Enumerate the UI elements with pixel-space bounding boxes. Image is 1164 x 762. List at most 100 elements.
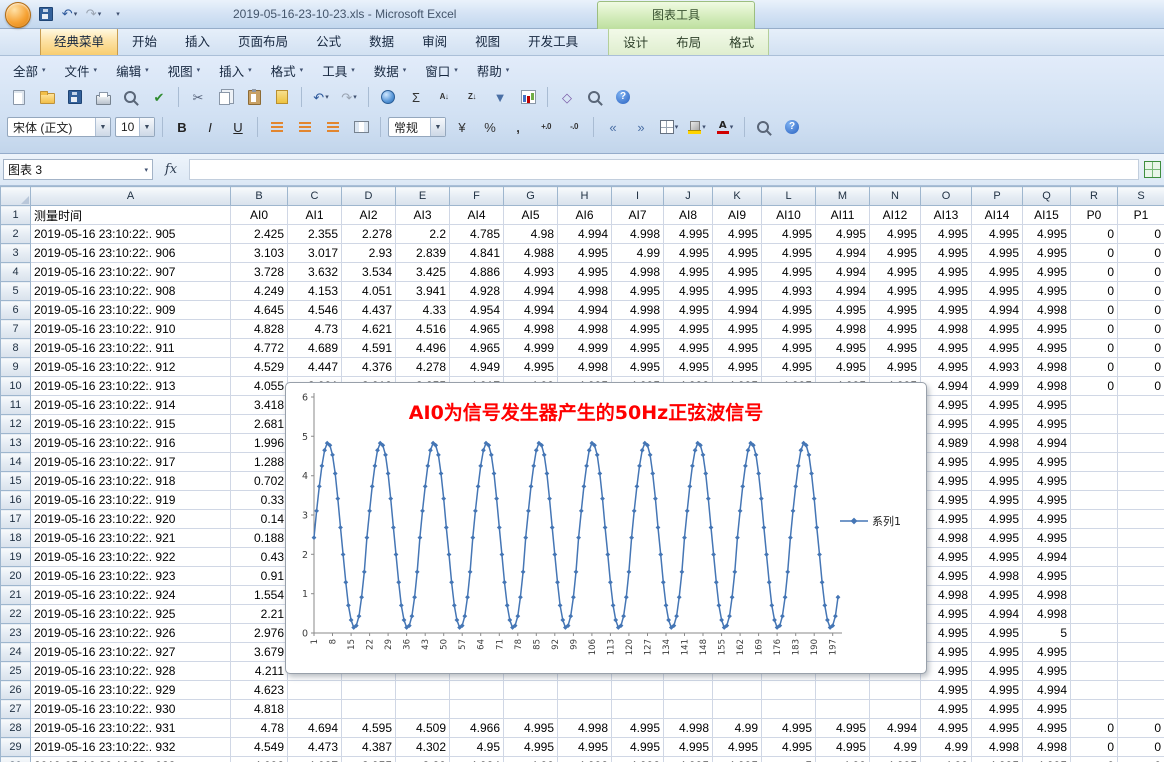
select-all-corner[interactable] [1, 187, 31, 206]
cell[interactable]: 4.995 [816, 339, 870, 358]
cell[interactable]: 4.998 [1023, 605, 1071, 624]
cell[interactable]: 0 [1118, 719, 1164, 738]
cell[interactable]: 4.98 [504, 225, 558, 244]
cell[interactable]: 4.995 [504, 738, 558, 757]
cell[interactable]: 4.516 [396, 320, 450, 339]
cell[interactable]: 4.989 [921, 434, 972, 453]
cell[interactable]: 4.994 [816, 244, 870, 263]
cell[interactable]: 4.995 [1023, 282, 1071, 301]
paste-button[interactable] [241, 86, 267, 108]
menu-window[interactable]: 窗口▾ [416, 59, 467, 82]
row-header-1[interactable]: 1 [1, 206, 31, 225]
cell[interactable]: 4.995 [921, 643, 972, 662]
borders-button[interactable]: ▾ [656, 116, 682, 138]
cell[interactable]: 4.995 [870, 358, 921, 377]
cell[interactable]: 4.995 [921, 301, 972, 320]
cell[interactable]: 4.278 [396, 358, 450, 377]
cell[interactable]: 0 [1071, 719, 1118, 738]
cell[interactable]: 4.995 [816, 301, 870, 320]
fill-color-button[interactable]: ▾ [684, 116, 710, 138]
cell[interactable]: 2019-05-16 23:10:22:. 924 [31, 586, 231, 605]
cell[interactable]: 4.995 [612, 320, 664, 339]
cell[interactable] [1118, 396, 1164, 415]
cell[interactable]: 2.21 [231, 605, 288, 624]
cell[interactable]: 4.546 [288, 301, 342, 320]
redo-button[interactable]: ↷▾ [336, 86, 362, 108]
column-header-S[interactable]: S [1118, 187, 1164, 206]
cell[interactable]: 4.995 [972, 548, 1023, 567]
cell[interactable]: 0 [1118, 225, 1164, 244]
column-header-K[interactable]: K [713, 187, 762, 206]
qat-customize-button[interactable]: ▾ [107, 4, 128, 23]
cut-button[interactable]: ✂ [185, 86, 211, 108]
cell[interactable]: 4.995 [664, 244, 713, 263]
cell[interactable]: 4.027 [288, 757, 342, 762]
cell[interactable]: 4.994 [558, 225, 612, 244]
cell[interactable]: 4.99 [612, 244, 664, 263]
cell[interactable]: 4.99 [504, 757, 558, 762]
cell[interactable] [1118, 491, 1164, 510]
cell[interactable]: 4.995 [713, 244, 762, 263]
cell[interactable]: 2019-05-16 23:10:22:. 921 [31, 529, 231, 548]
cell[interactable]: 4.995 [921, 662, 972, 681]
cell[interactable] [1071, 567, 1118, 586]
cell[interactable]: 4.965 [450, 339, 504, 358]
column-header-E[interactable]: E [396, 187, 450, 206]
menu-file[interactable]: 文件▾ [56, 59, 107, 82]
cell[interactable] [1071, 472, 1118, 491]
cell[interactable]: 1.554 [231, 586, 288, 605]
cell[interactable]: 4.995 [921, 567, 972, 586]
cell[interactable]: 4.998 [1023, 301, 1071, 320]
cell[interactable]: 2.278 [342, 225, 396, 244]
cell[interactable]: 0 [1118, 358, 1164, 377]
cell[interactable]: 4.994 [870, 719, 921, 738]
cell[interactable]: 2019-05-16 23:10:22:. 909 [31, 301, 231, 320]
cell[interactable]: 4.995 [972, 757, 1023, 762]
cell[interactable]: P1 [1118, 206, 1164, 225]
cell[interactable]: 2019-05-16 23:10:22:. 912 [31, 358, 231, 377]
cell[interactable]: 4.995 [664, 757, 713, 762]
row-header-26[interactable]: 26 [1, 681, 31, 700]
cell[interactable]: 2019-05-16 23:10:22:. 920 [31, 510, 231, 529]
cell[interactable]: 4.995 [972, 662, 1023, 681]
cell[interactable]: 4.995 [1023, 529, 1071, 548]
cell[interactable]: 4.995 [972, 320, 1023, 339]
row-header-28[interactable]: 28 [1, 719, 31, 738]
cell[interactable]: 4.995 [713, 738, 762, 757]
cell[interactable]: 0.91 [231, 567, 288, 586]
cell[interactable]: 4.995 [972, 225, 1023, 244]
cell[interactable]: 4.995 [972, 282, 1023, 301]
cell[interactable] [1118, 510, 1164, 529]
cell[interactable]: 0 [1071, 282, 1118, 301]
row-header-27[interactable]: 27 [1, 700, 31, 719]
cell[interactable] [713, 681, 762, 700]
cell[interactable]: 2019-05-16 23:10:22:. 925 [31, 605, 231, 624]
cell[interactable]: 4.995 [921, 358, 972, 377]
cell[interactable]: 4.994 [816, 282, 870, 301]
cell[interactable]: 4.995 [762, 225, 816, 244]
column-header-A[interactable]: A [31, 187, 231, 206]
cell[interactable]: 4.995 [1023, 567, 1071, 586]
cell[interactable] [450, 700, 504, 719]
row-header-7[interactable]: 7 [1, 320, 31, 339]
row-header-13[interactable]: 13 [1, 434, 31, 453]
cell[interactable] [396, 700, 450, 719]
cell[interactable]: 4.995 [870, 282, 921, 301]
cell[interactable]: 4.998 [664, 719, 713, 738]
row-header-19[interactable]: 19 [1, 548, 31, 567]
cell[interactable] [1118, 643, 1164, 662]
cell[interactable] [504, 700, 558, 719]
align-left-button[interactable] [264, 116, 290, 138]
row-header-20[interactable]: 20 [1, 567, 31, 586]
cell[interactable]: 4.645 [231, 301, 288, 320]
cell[interactable] [1118, 624, 1164, 643]
cell[interactable]: 4.841 [450, 244, 504, 263]
cell[interactable]: 4.995 [612, 719, 664, 738]
cell[interactable] [558, 700, 612, 719]
cell[interactable]: 2019-05-16 23:10:22:. 915 [31, 415, 231, 434]
cell[interactable]: 2019-05-16 23:10:22:. 930 [31, 700, 231, 719]
cell[interactable]: 4.995 [870, 301, 921, 320]
cell[interactable]: 2019-05-16 23:10:22:. 931 [31, 719, 231, 738]
format-painter-button[interactable] [269, 86, 295, 108]
help-button[interactable] [610, 86, 636, 108]
